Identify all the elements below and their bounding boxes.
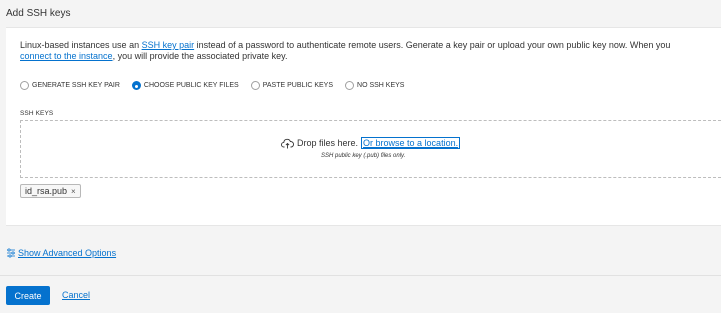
- radio-circle[interactable]: [250, 81, 260, 90]
- drop-files-text: Drop files here.: [297, 138, 359, 148]
- upload-cloud-icon: [281, 138, 294, 148]
- intro-text-part: instead of a password to authenticate re…: [194, 40, 671, 50]
- form-footer: Create Cancel: [0, 276, 721, 313]
- drop-instructions: Drop files here. Or browse to a location…: [281, 137, 461, 149]
- radio-label: CHOOSE PUBLIC KEY FILES: [143, 82, 239, 89]
- intro-text-part: Linux-based instances use an: [20, 40, 142, 50]
- radio-circle[interactable]: [20, 81, 29, 90]
- selected-file-chip: id_rsa.pub ×: [20, 184, 81, 198]
- radio-label: NO SSH KEYS: [357, 82, 405, 89]
- file-type-hint: SSH public key (.pub) files only.: [321, 153, 406, 159]
- file-dropzone[interactable]: Drop files here. Or browse to a location…: [20, 120, 721, 178]
- radio-generate-key-pair[interactable]: GENERATE SSH KEY PAIR: [20, 81, 120, 90]
- ssh-keys-label: SSH KEYS: [20, 110, 54, 117]
- radio-label: PASTE PUBLIC KEYS: [262, 82, 334, 89]
- cancel-link[interactable]: Cancel: [62, 290, 90, 300]
- remove-file-icon[interactable]: ×: [71, 187, 76, 196]
- intro-text-part: , you will provide the associated privat…: [112, 51, 288, 61]
- section-title: Add SSH keys: [6, 8, 71, 19]
- create-button[interactable]: Create: [6, 286, 50, 305]
- radio-circle[interactable]: [345, 81, 355, 90]
- sliders-icon: [7, 248, 15, 258]
- radio-label: GENERATE SSH KEY PAIR: [32, 82, 120, 89]
- browse-location-link[interactable]: Or browse to a location.: [361, 137, 461, 149]
- intro-text: Linux-based instances use an SSH key pai…: [20, 40, 721, 62]
- radio-choose-public-key-files[interactable]: CHOOSE PUBLIC KEY FILES: [131, 81, 239, 90]
- advanced-options-label[interactable]: Show Advanced Options: [18, 248, 116, 258]
- ssh-key-option-group: GENERATE SSH KEY PAIR CHOOSE PUBLIC KEY …: [20, 81, 416, 90]
- ssh-keys-panel: Linux-based instances use an SSH key pai…: [6, 27, 721, 226]
- radio-no-ssh-keys[interactable]: NO SSH KEYS: [345, 81, 404, 90]
- radio-circle-selected[interactable]: [131, 81, 141, 90]
- file-name: id_rsa.pub: [25, 186, 68, 196]
- show-advanced-options-link[interactable]: Show Advanced Options: [6, 248, 116, 258]
- connect-instance-link[interactable]: connect to the instance: [20, 51, 113, 61]
- ssh-key-pair-link[interactable]: SSH key pair: [142, 40, 195, 50]
- radio-paste-public-keys[interactable]: PASTE PUBLIC KEYS: [250, 81, 334, 90]
